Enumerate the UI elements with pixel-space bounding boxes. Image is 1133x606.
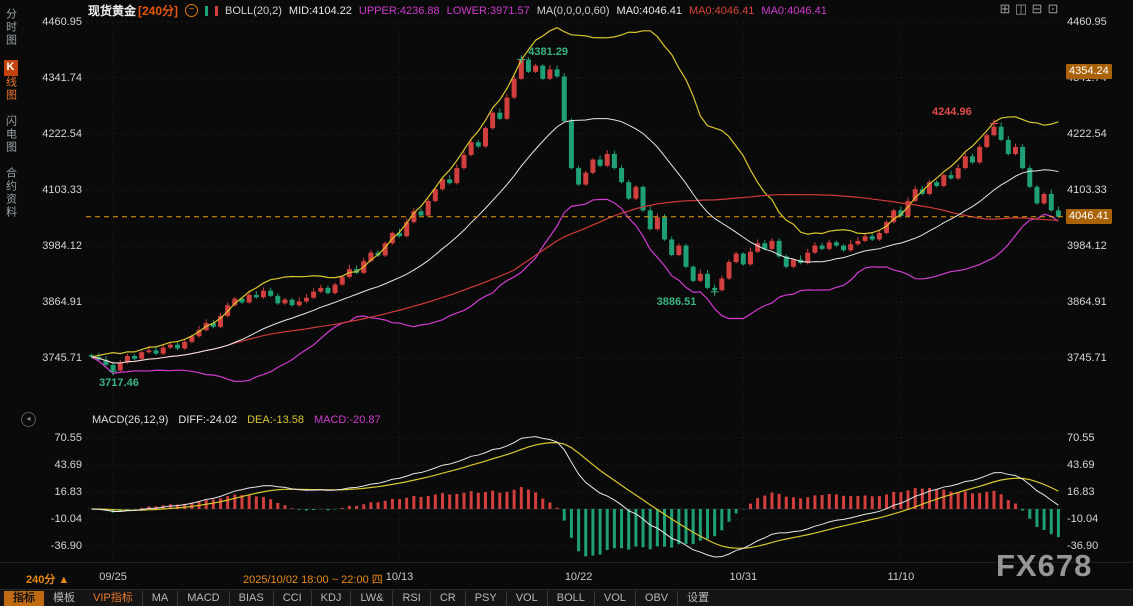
macd-header: MACD(26,12,9) DIFF:-24.02 DEA:-13.58 MAC… [92,414,381,426]
hovered-candle-time: 2025/10/02 18:00 ~ 22:00 四 [243,571,383,587]
macd-macd-value: MACD:-20.87 [314,414,381,426]
macd-axis-label: 70.55 [1067,432,1131,444]
toolbar-item-6[interactable]: CCI [273,591,311,606]
toolbar-item-13[interactable]: BOLL [547,591,594,606]
right-price-axis: 4460.954341.744222.544103.333984.123864.… [1067,0,1131,606]
layout-hsplit-icon[interactable]: ⊟ [1030,2,1044,15]
toolbar-item-2[interactable]: VIP指标 [84,591,142,606]
price-axis-label: 4222.54 [1067,128,1131,140]
collapse-circle-icon[interactable]: − [185,4,198,17]
price-axis-label: 4103.33 [1067,184,1131,196]
toolbar-item-0[interactable]: 指标 [4,591,44,606]
boll-lower-value: LOWER:3971.57 [447,5,530,17]
price-badge: 4046.41 [1066,209,1112,224]
macd-axis-label: 16.83 [20,486,82,498]
ma-value-2: MA0:4046.41 [689,5,754,17]
price-axis-label: 4103.33 [20,184,82,196]
toolbar-item-9[interactable]: RSI [392,591,429,606]
price-axis-label: 4460.95 [20,16,82,28]
symbol-name: 现货黄金 [88,2,136,19]
toolbar-item-4[interactable]: MACD [177,591,228,606]
price-axis-label: 3745.71 [1067,352,1131,364]
toolbar-item-8[interactable]: LW& [350,591,392,606]
price-chart-canvas[interactable] [0,0,1133,606]
macd-dea-value: DEA:-13.58 [247,414,304,426]
layout-vsplit-icon[interactable]: ◫ [1014,2,1028,15]
macd-diff-value: DIFF:-24.02 [178,414,237,426]
sidebar-tab-1[interactable]: K线图 [3,60,19,102]
macd-axis-label: 16.83 [1067,486,1131,498]
price-axis-label: 4222.54 [20,128,82,140]
trading-chart-window: 现货黄金 [240分] − BOLL(20,2) MID:4104.22 UPP… [0,0,1133,606]
toolbar-item-14[interactable]: VOL [594,591,635,606]
toolbar-item-3[interactable]: MA [142,591,178,606]
time-axis: 240分 ▲ 2025/10/02 18:00 ~ 22:00 四 09/25 1… [0,562,1133,590]
indicator-toolbar: 指标模板VIP指标MAMACDBIASCCIKDJLW&RSICRPSYVOLB… [0,589,1133,606]
layout-quad-icon[interactable]: ⊞ [998,2,1012,15]
macd-axis-label: 43.69 [1067,459,1131,471]
toolbar-item-10[interactable]: CR [430,591,465,606]
active-tab-badge: K [4,60,18,76]
time-tick-label: 09/25 [99,571,127,583]
boll-params-label: BOLL(20,2) [225,5,282,17]
macd-axis-label: 70.55 [20,432,82,444]
timeframe-selector[interactable]: 240分 ▲ [26,571,69,587]
price-axis-label: 3864.91 [1067,296,1131,308]
time-tick-label: 10/31 [730,571,758,583]
sidebar-tab-0[interactable]: 分时图 [3,8,19,47]
toolbar-item-7[interactable]: KDJ [311,591,351,606]
ma-params-label: MA(0,0,0,0,60) [537,5,610,17]
price-axis-label: 3984.12 [1067,240,1131,252]
time-tick-label: 11/10 [888,571,915,583]
toolbar-item-15[interactable]: OBV [635,591,677,606]
macd-axis-label: -10.04 [1067,513,1131,525]
chart-header: 现货黄金 [240分] − BOLL(20,2) MID:4104.22 UPP… [88,2,827,19]
price-axis-label: 4460.95 [1067,16,1131,28]
toolbar-item-16[interactable]: 设置 [677,591,718,606]
left-price-axis: 4460.95 4341.74 4222.54 4103.33 3984.12 3864.… [20,0,82,606]
macd-axis-label: -10.04 [20,513,82,525]
pane-layout-controls: ⊞◫⊟⊡ [998,2,1060,15]
macd-axis-label: -36.90 [20,540,82,552]
timeframe-badge: [240分] [138,2,178,19]
ma-value-3: MA0:4046.41 [761,5,826,17]
toolbar-item-1[interactable]: 模板 [44,591,84,606]
chart-type-sidebar: 分时图 K线图闪电图合约资料 [1,8,20,219]
boll-mid-value: MID:4104.22 [289,5,352,17]
sidebar-tab-3[interactable]: 合约资料 [3,167,19,219]
price-axis-label: 3864.91 [20,296,82,308]
toolbar-item-12[interactable]: VOL [506,591,547,606]
time-tick-label: 10/13 [386,571,414,583]
toolbar-item-5[interactable]: BIAS [229,591,273,606]
layout-single-icon[interactable]: ⊡ [1046,2,1060,15]
candles-icon [205,6,218,16]
sidebar-tab-label: 线图 [5,76,17,102]
macd-axis-label: 43.69 [20,459,82,471]
toolbar-item-11[interactable]: PSY [465,591,506,606]
caret-up-icon: ▲ [58,574,69,586]
macd-params-label: MACD(26,12,9) [92,414,168,426]
timeframe-selector-label: 240分 [26,574,55,586]
ma-value-1: MA0:4046.41 [617,5,682,17]
price-axis-label: 3745.71 [20,352,82,364]
price-axis-label: 3984.12 [20,240,82,252]
subchart-collapse-icon[interactable]: ◂ [21,412,36,427]
brand-watermark: FX678 [996,548,1092,584]
time-tick-label: 10/22 [565,571,593,583]
price-badge: 4354.24 [1066,64,1112,79]
boll-upper-value: UPPER:4236.88 [359,5,440,17]
price-axis-label: 4341.74 [20,72,82,84]
sidebar-tab-2[interactable]: 闪电图 [3,115,19,154]
